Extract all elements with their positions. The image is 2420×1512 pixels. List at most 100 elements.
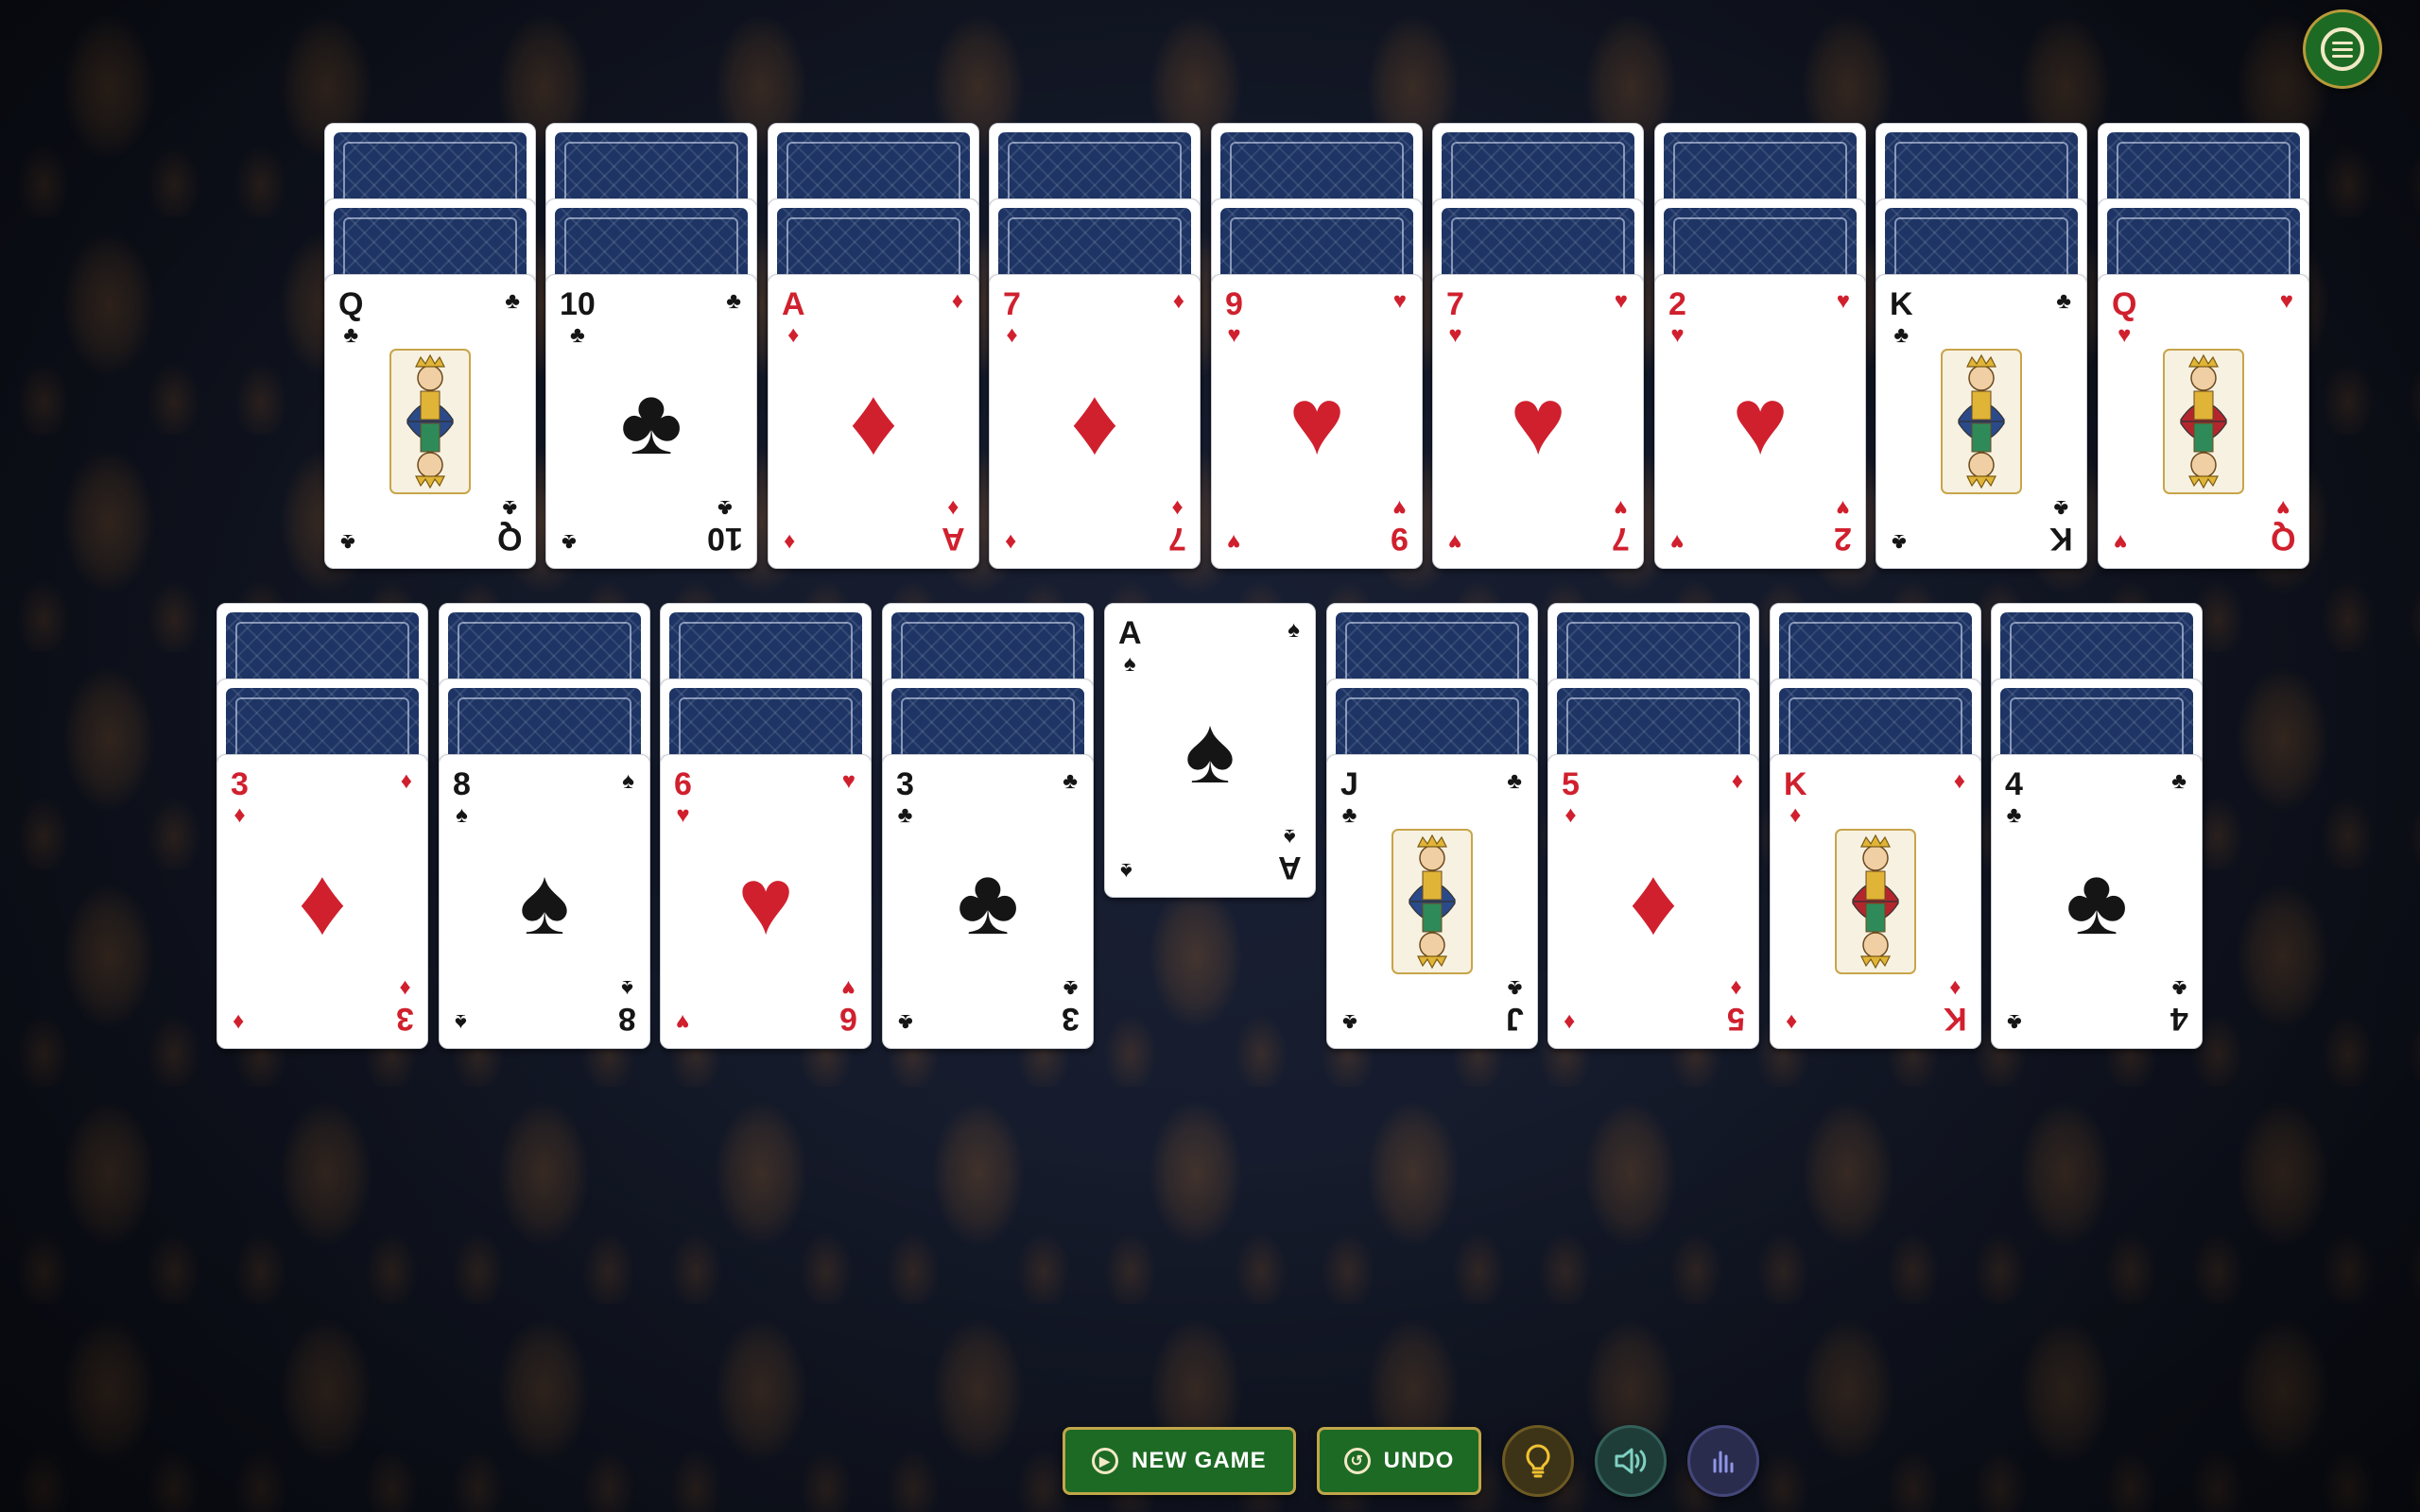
hint-button[interactable]: [1502, 1425, 1575, 1497]
card-corner-top: 3 ♣: [896, 768, 914, 827]
playing-card[interactable]: 8 ♠ ♠ ♠ 8 ♠ ♠: [439, 754, 650, 1049]
playing-card[interactable]: 3 ♦ ♦ ♦ 3 ♦ ♦: [216, 754, 428, 1049]
club-icon: ♣: [562, 529, 577, 555]
sound-button[interactable]: [1595, 1425, 1668, 1497]
heart-icon: ♥: [676, 802, 690, 828]
diamond-icon: ♦: [1629, 849, 1678, 954]
club-icon: ♣: [1063, 975, 1079, 1001]
playing-card[interactable]: 7 ♥ ♥ ♥ 7 ♥ ♥: [1432, 274, 1644, 569]
playing-card[interactable]: 6 ♥ ♥ ♥ 6 ♥ ♥: [660, 754, 872, 1049]
card-corner-top: 3 ♦: [231, 768, 249, 827]
card-rank: A: [942, 521, 965, 557]
card-corner-bottom: J ♣: [1506, 975, 1524, 1037]
club-icon: ♣: [2066, 849, 2128, 954]
card-rank: 7: [1003, 286, 1021, 322]
heart-icon: ♥: [1614, 288, 1628, 314]
playing-card[interactable]: 4 ♣ ♣ ♣ 4 ♣ ♣: [1991, 754, 2203, 1049]
playing-card[interactable]: 7 ♦ ♦ ♦ 7 ♦ ♦: [989, 274, 1201, 569]
card-rank: 2: [1834, 521, 1852, 557]
stats-button[interactable]: [1687, 1425, 1760, 1497]
undo-button[interactable]: ↺ UNDO: [1316, 1427, 1482, 1495]
card-corner-bottom: 7 ♦: [1168, 495, 1186, 557]
club-icon: ♣: [343, 322, 359, 348]
heart-icon: ♥: [737, 849, 794, 954]
diamond-icon: ♦: [1730, 975, 1742, 1001]
card-corner-bottom: 5 ♦: [1727, 975, 1745, 1037]
club-icon: ♣: [2007, 1009, 2022, 1035]
club-court-figure-icon: [385, 346, 475, 497]
playing-card[interactable]: K ♦ ♦ K ♦ ♦: [1770, 754, 1981, 1049]
undo-label: UNDO: [1383, 1448, 1455, 1473]
hamburger-menu-icon: [2321, 27, 2364, 71]
spade-icon: ♠: [1123, 651, 1136, 677]
card-corner-bottom: 8 ♠: [618, 975, 636, 1037]
heart-icon: ♥: [841, 975, 856, 1001]
playing-card[interactable]: 5 ♦ ♦ ♦ 5 ♦ ♦: [1547, 754, 1759, 1049]
lightbulb-icon: [1526, 1444, 1550, 1478]
spade-icon: ♠: [1184, 697, 1236, 803]
card-rank: Q: [2112, 286, 2137, 322]
heart-icon: ♥: [1836, 288, 1850, 314]
card-corner-top: A ♦: [782, 288, 805, 347]
card-rank: Q: [496, 521, 522, 557]
heart-icon: ♥: [1836, 495, 1850, 521]
card-rank: K: [2049, 521, 2073, 557]
club-court-figure-icon: [1387, 826, 1478, 977]
club-icon: ♣: [570, 322, 585, 348]
card-corner-bottom: 10 ♣: [707, 495, 743, 557]
playing-card[interactable]: A ♠ ♠ ♠ A ♠ ♠: [1104, 603, 1316, 898]
diamond-icon: ♦: [1171, 495, 1184, 521]
bottom-toolbar: ▶ NEW GAME ↺ UNDO: [1063, 1425, 1760, 1497]
card-corner-bottom: 9 ♥: [1391, 495, 1409, 557]
playing-card[interactable]: J ♣ ♣ J ♣ ♣: [1326, 754, 1538, 1049]
playing-card[interactable]: 9 ♥ ♥ ♥ 9 ♥ ♥: [1211, 274, 1423, 569]
card-rank: 6: [839, 1001, 857, 1037]
card-rank: A: [1118, 615, 1142, 651]
diamond-icon: ♦: [399, 975, 411, 1001]
heart-icon: ♥: [1448, 322, 1462, 348]
playing-card[interactable]: 3 ♣ ♣ ♣ 3 ♣ ♣: [882, 754, 1094, 1049]
card-corner-bottom: 7 ♥: [1612, 495, 1630, 557]
card-corner-top: 4 ♣: [2005, 768, 2023, 827]
club-icon: ♣: [1341, 802, 1357, 828]
new-game-label: NEW GAME: [1132, 1448, 1267, 1473]
spade-icon: ♠: [622, 768, 634, 794]
card-rank: 7: [1168, 521, 1186, 557]
menu-button[interactable]: [2303, 9, 2382, 89]
club-icon: ♣: [620, 369, 683, 474]
card-rank: 10: [560, 286, 596, 322]
card-corner-top: 2 ♥: [1668, 288, 1686, 347]
card-corner-top: K ♦: [1784, 768, 1807, 827]
club-icon: ♣: [957, 849, 1019, 954]
club-icon: ♣: [2006, 802, 2022, 828]
diamond-icon: ♦: [787, 322, 800, 348]
card-rank: Q: [338, 286, 364, 322]
card-rank: 8: [618, 1001, 636, 1037]
card-rank: 3: [231, 766, 249, 802]
club-icon: ♣: [501, 495, 517, 521]
heart-icon: ♥: [1510, 369, 1566, 474]
diamond-icon: ♦: [849, 369, 898, 474]
diamond-icon: ♦: [1564, 802, 1577, 828]
playing-card[interactable]: 2 ♥ ♥ ♥ 2 ♥ ♥: [1654, 274, 1866, 569]
card-rank: 7: [1612, 521, 1630, 557]
spade-icon: ♠: [621, 975, 633, 1001]
new-game-button[interactable]: ▶ NEW GAME: [1063, 1427, 1296, 1495]
card-corner-top: 7 ♦: [1003, 288, 1021, 347]
card-rank: A: [782, 286, 805, 322]
card-rank: K: [1784, 766, 1807, 802]
playing-card[interactable]: A ♦ ♦ ♦ A ♦ ♦: [768, 274, 979, 569]
playing-card[interactable]: K ♣ ♣ K ♣ ♣: [1876, 274, 2087, 569]
diamond-icon: ♦: [1731, 768, 1743, 794]
diamond-icon: ♦: [784, 529, 796, 555]
card-rank: 9: [1391, 521, 1409, 557]
spade-icon: ♠: [455, 1009, 467, 1035]
card-rank: 4: [2005, 766, 2023, 802]
diamond-icon: ♦: [400, 768, 412, 794]
card-corner-bottom: Q ♥: [2271, 495, 2295, 557]
playing-card[interactable]: Q ♣ ♣ Q ♣ ♣: [324, 274, 536, 569]
playing-card[interactable]: 10 ♣ ♣ ♣ 10 ♣ ♣: [545, 274, 757, 569]
playing-card[interactable]: Q ♥ ♥ Q ♥ ♥: [2098, 274, 2309, 569]
card-rank: 3: [396, 1001, 414, 1037]
spade-icon: ♠: [519, 849, 570, 954]
